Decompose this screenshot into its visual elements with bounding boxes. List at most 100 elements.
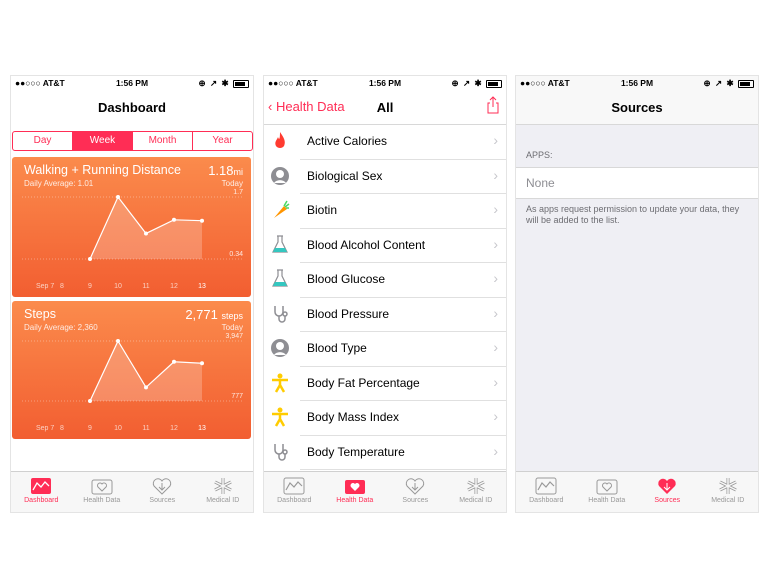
y-max-label: 3,947 xyxy=(225,333,243,340)
stethoscope-icon xyxy=(274,305,288,323)
data-point xyxy=(144,385,148,390)
health-data-row[interactable]: Body Mass Index › xyxy=(272,401,506,436)
y-min-label: 0.34 xyxy=(229,251,243,258)
row-label: Biological Sex xyxy=(307,168,383,183)
health-data-row[interactable]: Biotin › xyxy=(274,194,506,229)
card-title: Steps xyxy=(24,307,56,321)
x-tick-label: 9 xyxy=(88,283,92,290)
tab-bar: Dashboard Health Data Sources Medical ID xyxy=(264,471,506,512)
dashboard-screen: ●●○○○ AT&T 1:56 PM ⊕ ↗ ✱ Dashboard Day W… xyxy=(11,76,253,512)
health-data-row[interactable]: Blood Glucose › xyxy=(272,263,506,298)
card-period: Today xyxy=(221,323,243,332)
chevron-right-icon: › xyxy=(493,373,498,390)
period-segmented-control: Day Week Month Year xyxy=(12,131,253,151)
chevron-right-icon: › xyxy=(493,304,498,321)
data-point xyxy=(88,257,92,261)
health-data-icon xyxy=(596,479,618,495)
data-point xyxy=(144,231,148,236)
chevron-right-icon: › xyxy=(493,339,498,355)
tab-dashboard[interactable]: Dashboard xyxy=(264,472,325,512)
person-icon xyxy=(271,339,289,357)
health-data-row[interactable]: Blood Pressure › xyxy=(274,298,506,332)
carrot-icon xyxy=(274,200,290,218)
body-icon xyxy=(272,407,288,427)
health-data-list: Active Calories › Biological Sex › Biotin › Bl… xyxy=(264,125,506,470)
data-point xyxy=(88,399,92,403)
apps-section-header: APPS: xyxy=(526,150,553,160)
segment-day[interactable]: Day xyxy=(13,132,72,150)
tab-dashboard[interactable]: Dashboard xyxy=(516,472,577,512)
dashboard-icon xyxy=(535,477,557,495)
status-bar: ●●○○○ AT&T 1:56 PM ⊕ ↗ ✱ xyxy=(516,76,758,90)
tab-dashboard[interactable]: Dashboard xyxy=(11,472,72,512)
battery-icon: ⊕ ↗ ✱ xyxy=(199,78,249,89)
row-label: Blood Alcohol Content xyxy=(307,237,426,252)
segment-year[interactable]: Year xyxy=(192,132,252,150)
page-title: Dashboard xyxy=(98,100,166,115)
dashboard-icon xyxy=(283,477,305,495)
health-data-row[interactable]: Body Fat Percentage › xyxy=(272,367,506,401)
tab-health-data[interactable]: Health Data xyxy=(325,472,386,512)
share-icon[interactable] xyxy=(486,96,500,114)
distance-chart: 1.7 0.34 Sep 7 8 9 10 11 12 13 xyxy=(22,189,243,290)
data-point xyxy=(116,195,120,199)
stethoscope-icon xyxy=(274,443,288,461)
x-tick-label: Sep 7 xyxy=(36,283,54,290)
tab-medical-id[interactable]: Medical ID xyxy=(446,472,507,512)
health-data-row[interactable]: Body Temperature › xyxy=(274,436,506,470)
card-period: Today xyxy=(221,179,243,188)
card-value: 1.18mi xyxy=(208,163,243,178)
tab-sources[interactable]: Sources xyxy=(637,472,698,512)
distance-card[interactable]: 1.7 0.34 Sep 7 8 9 10 11 12 13 Walking + Running… xyxy=(12,157,251,297)
x-tick-label: 8 xyxy=(60,283,64,290)
data-point xyxy=(200,218,204,223)
card-title: Walking + Running Distance xyxy=(24,163,181,177)
steps-card[interactable]: 3,947 777 Sep 7 8 9 10 11 12 13 Steps 2,771 step… xyxy=(12,301,251,439)
row-label: Blood Pressure xyxy=(307,306,390,321)
card-average: Daily Average: 1.01 xyxy=(24,179,94,188)
tab-sources[interactable]: Sources xyxy=(385,472,446,512)
health-data-row[interactable]: Blood Alcohol Content › xyxy=(272,229,506,263)
area-fill xyxy=(90,197,202,259)
chevron-right-icon: › xyxy=(493,270,498,286)
segment-month[interactable]: Month xyxy=(132,132,192,150)
tab-bar: Dashboard Health Data Sources Medical ID xyxy=(516,471,758,512)
area-fill xyxy=(90,341,202,401)
status-bar: ●●○○○ AT&T 1:56 PM ⊕ ↗ ✱ xyxy=(264,76,506,90)
x-tick-label: 8 xyxy=(60,425,64,432)
health-data-row[interactable]: Biological Sex › xyxy=(271,160,506,194)
medical-id-icon xyxy=(719,478,737,494)
row-label: Active Calories xyxy=(307,134,388,148)
card-average: Daily Average: 2,360 xyxy=(24,323,98,332)
tab-medical-id[interactable]: Medical ID xyxy=(698,472,759,512)
x-tick-label: 9 xyxy=(88,425,92,432)
tab-sources[interactable]: Sources xyxy=(132,472,193,512)
x-tick-label: 13 xyxy=(198,425,206,432)
x-tick-label: 11 xyxy=(142,283,149,290)
chevron-right-icon: › xyxy=(493,132,498,148)
data-point xyxy=(116,339,120,343)
row-label: Biotin xyxy=(307,203,338,217)
health-data-row[interactable]: Blood Type › xyxy=(271,332,506,367)
body-icon xyxy=(272,373,288,393)
x-tick-label: 12 xyxy=(170,425,178,432)
page-title: All xyxy=(376,100,394,115)
row-label: Body Temperature xyxy=(307,444,405,459)
tab-medical-id[interactable]: Medical ID xyxy=(193,472,254,512)
health-data-row[interactable]: Active Calories › xyxy=(275,125,506,160)
apps-footer-note: As apps request permission to update you… xyxy=(526,204,740,225)
row-label: Body Fat Percentage xyxy=(307,375,420,390)
data-point xyxy=(200,361,204,366)
row-label: Blood Type xyxy=(307,341,367,355)
segment-week[interactable]: Week xyxy=(72,132,132,150)
sources-icon xyxy=(153,478,172,495)
tab-health-data[interactable]: Health Data xyxy=(577,472,638,512)
apps-list-empty: None xyxy=(516,167,758,199)
dashboard-icon xyxy=(31,478,52,494)
card-value: 2,771 steps xyxy=(185,307,243,322)
medical-id-icon xyxy=(214,478,232,494)
chevron-right-icon: › xyxy=(493,166,498,183)
chevron-right-icon: › xyxy=(493,235,498,252)
tab-health-data[interactable]: Health Data xyxy=(72,472,133,512)
medical-id-icon xyxy=(467,478,485,494)
